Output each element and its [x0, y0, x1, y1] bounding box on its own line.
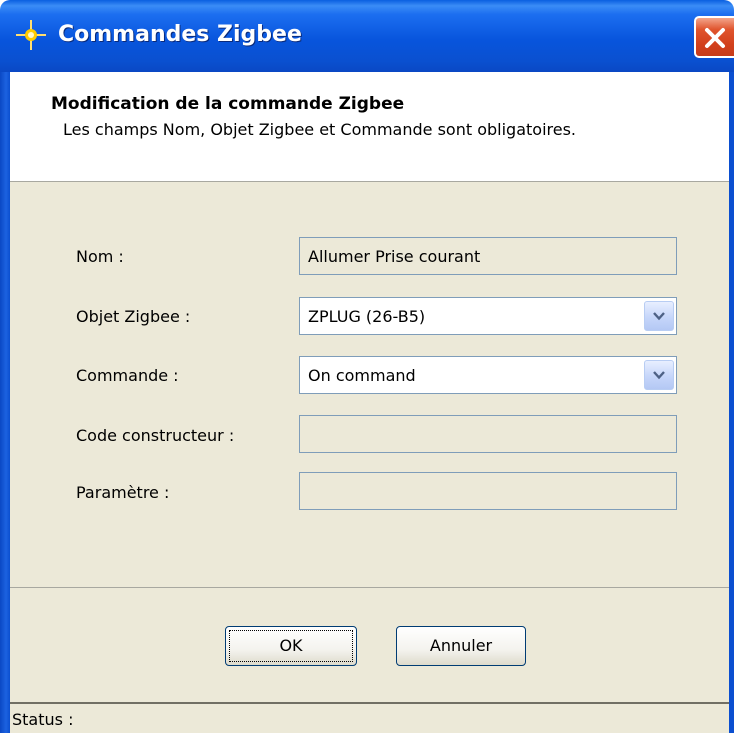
button-bar: OK Annuler: [10, 588, 729, 702]
commande-select[interactable]: On command: [299, 356, 677, 394]
commande-label: Commande :: [76, 366, 179, 385]
commande-value: On command: [308, 365, 416, 385]
chevron-down-icon: [653, 312, 665, 321]
window-frame-left: [0, 72, 10, 733]
ok-button[interactable]: OK: [225, 626, 357, 666]
nom-label: Nom :: [76, 247, 124, 266]
zigbee-star-icon: [14, 18, 48, 52]
header-title: Modification de la commande Zigbee: [51, 94, 405, 114]
cancel-button-label: Annuler: [429, 636, 493, 655]
code-constructeur-field[interactable]: [299, 415, 677, 453]
code-constructeur-label: Code constructeur :: [76, 426, 235, 445]
commande-dropdown-button[interactable]: [644, 360, 674, 390]
close-icon: [705, 28, 725, 48]
title-bar[interactable]: Commandes Zigbee: [0, 0, 734, 72]
form-panel: Nom : Allumer Prise courant Objet Zigbee…: [10, 182, 729, 588]
close-button[interactable]: [694, 16, 734, 58]
nom-value: Allumer Prise courant: [308, 246, 481, 266]
objet-zigbee-select[interactable]: ZPLUG (26-B5): [299, 297, 677, 335]
status-text: Status :: [12, 710, 74, 729]
objet-zigbee-label: Objet Zigbee :: [76, 307, 191, 326]
cancel-button[interactable]: Annuler: [396, 626, 526, 666]
window-frame-right: [729, 72, 734, 733]
parametre-field[interactable]: [299, 472, 677, 510]
dialog-header: Modification de la commande Zigbee Les c…: [10, 72, 729, 182]
objet-zigbee-value: ZPLUG (26-B5): [308, 306, 426, 326]
objet-zigbee-dropdown-button[interactable]: [644, 301, 674, 331]
status-bar: Status :: [10, 702, 729, 733]
header-subtitle: Les champs Nom, Objet Zigbee et Commande…: [63, 120, 576, 139]
dialog-window: Commandes Zigbee Modification de la comm…: [0, 0, 734, 733]
window-title: Commandes Zigbee: [58, 22, 302, 47]
parametre-label: Paramètre :: [76, 483, 170, 502]
chevron-down-icon: [653, 371, 665, 380]
nom-field[interactable]: Allumer Prise courant: [299, 237, 677, 275]
ok-button-label: OK: [279, 636, 303, 655]
